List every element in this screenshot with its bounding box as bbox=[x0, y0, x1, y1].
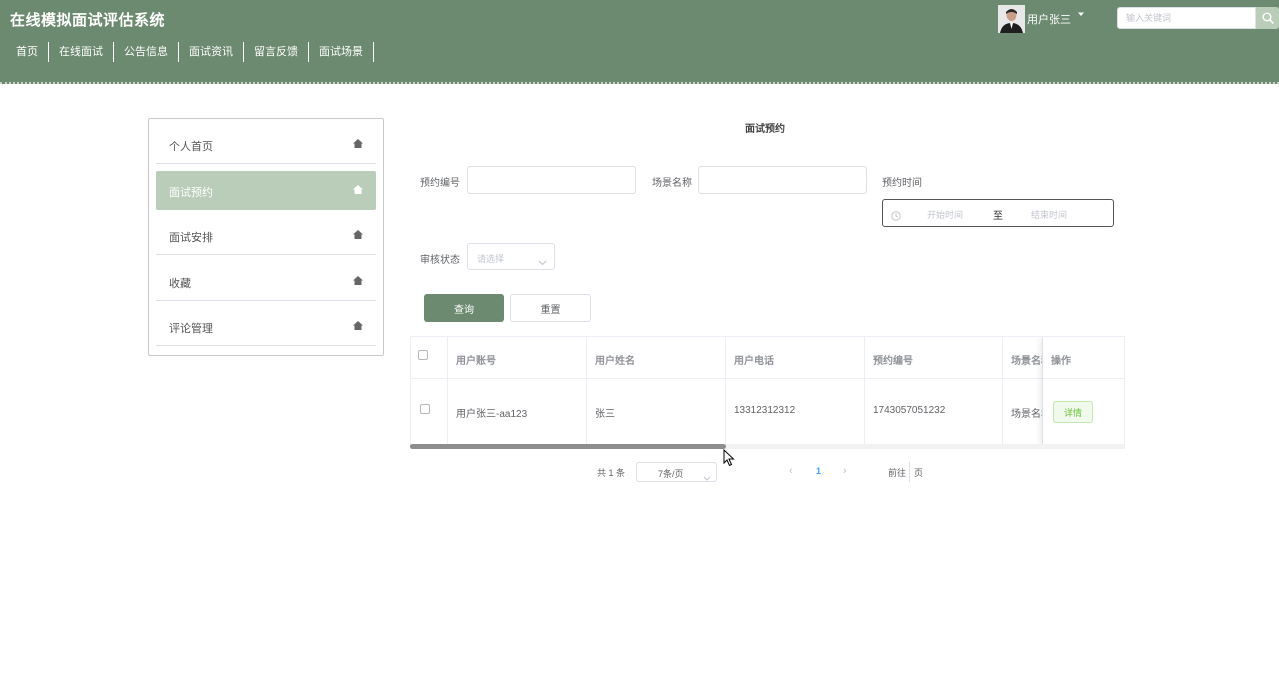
nav-item-interview-news[interactable]: 面试资讯 bbox=[179, 42, 244, 62]
mouse-pointer-icon bbox=[723, 448, 735, 472]
sidebar-item-interview-reservation[interactable]: 面试预约 bbox=[156, 171, 376, 210]
sidebar: 个人首页 面试预约 面试安排 收藏 评论管理 bbox=[148, 118, 384, 356]
caret-down-icon[interactable] bbox=[1078, 10, 1084, 19]
search-icon bbox=[1262, 12, 1274, 24]
cell-phone: 13312312312 bbox=[726, 379, 865, 446]
nav-item-announcements[interactable]: 公告信息 bbox=[114, 42, 179, 62]
detail-button[interactable]: 详情 bbox=[1053, 401, 1093, 423]
column-header-name: 用户姓名 bbox=[587, 337, 726, 379]
audit-status-label: 审核状态 bbox=[420, 255, 460, 266]
avatar[interactable] bbox=[998, 5, 1025, 33]
column-header-reservation-no: 预约编号 bbox=[865, 337, 1003, 379]
end-time-input[interactable]: 结束时间 bbox=[1031, 208, 1067, 221]
search-button[interactable] bbox=[1256, 7, 1279, 29]
home-icon bbox=[353, 230, 363, 242]
cell-account: 用户张三-aa123 bbox=[448, 379, 587, 446]
sidebar-item-label: 评论管理 bbox=[169, 323, 213, 335]
cell-reservation-no: 1743057051232 bbox=[865, 379, 1003, 446]
goto-page-input[interactable] bbox=[909, 462, 913, 482]
select-placeholder: 请选择 bbox=[477, 254, 505, 264]
select-all-checkbox[interactable] bbox=[418, 350, 428, 360]
audit-status-select[interactable]: 请选择 bbox=[467, 243, 555, 270]
page-title: 面试预约 bbox=[745, 124, 785, 135]
query-button[interactable]: 查询 bbox=[424, 294, 504, 322]
main-nav: 首页 在线面试 公告信息 面试资讯 留言反馈 面试场景 bbox=[6, 41, 374, 63]
range-separator: 至 bbox=[993, 211, 1003, 222]
column-header-operation: 操作 bbox=[1043, 337, 1124, 379]
sidebar-item-label: 面试预约 bbox=[169, 187, 213, 199]
fixed-operation-column: 操作 详情 bbox=[1043, 337, 1124, 446]
home-icon bbox=[353, 185, 363, 197]
reservation-no-input[interactable] bbox=[467, 166, 636, 194]
reservation-no-label: 预约编号 bbox=[420, 178, 460, 189]
start-time-input[interactable]: 开始时间 bbox=[927, 208, 963, 221]
user-name[interactable]: 用户张三 bbox=[1027, 11, 1071, 27]
sidebar-item-comment-management[interactable]: 评论管理 bbox=[156, 307, 376, 346]
column-header-account: 用户账号 bbox=[448, 337, 587, 379]
page-size-select[interactable]: 7条/页 bbox=[636, 462, 717, 482]
goto-label: 前往 bbox=[888, 468, 907, 478]
site-title: 在线模拟面试评估系统 bbox=[10, 12, 166, 29]
sidebar-item-label: 个人首页 bbox=[169, 141, 213, 153]
column-header-scene: 场景名称 bbox=[1003, 337, 1043, 379]
sidebar-item-label: 面试安排 bbox=[169, 232, 213, 244]
home-icon bbox=[353, 321, 363, 333]
row-checkbox[interactable] bbox=[420, 404, 430, 414]
horizontal-scrollbar-thumb[interactable] bbox=[410, 444, 726, 449]
nav-item-home[interactable]: 首页 bbox=[6, 42, 49, 62]
sidebar-item-profile[interactable]: 个人首页 bbox=[156, 125, 376, 164]
sidebar-item-interview-schedule[interactable]: 面试安排 bbox=[156, 216, 376, 255]
date-range-picker[interactable]: 开始时间 至 结束时间 bbox=[882, 199, 1114, 227]
scene-name-input[interactable] bbox=[698, 166, 867, 194]
chevron-down-icon bbox=[703, 468, 711, 486]
page-size-value: 7条/页 bbox=[658, 469, 684, 479]
cell-scene: 场景名称 bbox=[1003, 379, 1043, 446]
scene-name-label: 场景名称 bbox=[652, 178, 692, 189]
header-checkbox-cell bbox=[411, 337, 448, 379]
sidebar-item-label: 收藏 bbox=[169, 278, 191, 290]
prev-page-button[interactable]: ‹ bbox=[789, 465, 793, 477]
page-number-active[interactable]: 1 bbox=[816, 466, 821, 476]
nav-item-interview-scenes[interactable]: 面试场景 bbox=[309, 42, 374, 62]
nav-item-online-interview[interactable]: 在线面试 bbox=[49, 42, 114, 62]
sidebar-item-favorites[interactable]: 收藏 bbox=[156, 262, 376, 301]
chevron-down-icon bbox=[538, 253, 547, 271]
next-page-button[interactable]: › bbox=[843, 465, 847, 477]
reservation-table: 用户账号 用户姓名 用户电话 预约编号 场景名称 用户张三-aa123 张三 1… bbox=[410, 336, 1125, 446]
home-icon bbox=[353, 139, 363, 151]
home-icon bbox=[353, 276, 363, 288]
reset-button[interactable]: 重置 bbox=[510, 294, 591, 322]
row-checkbox-cell bbox=[411, 379, 448, 446]
reservation-time-label: 预约时间 bbox=[882, 178, 922, 189]
cell-name: 张三 bbox=[587, 379, 726, 446]
search-input[interactable] bbox=[1117, 7, 1256, 29]
column-header-phone: 用户电话 bbox=[726, 337, 865, 379]
nav-item-feedback[interactable]: 留言反馈 bbox=[244, 42, 309, 62]
clock-icon bbox=[891, 208, 901, 226]
top-header: 在线模拟面试评估系统 首页 在线面试 公告信息 面试资讯 留言反馈 面试场景 用… bbox=[0, 0, 1279, 84]
pagination-total: 共 1 条 bbox=[597, 468, 626, 478]
goto-suffix: 页 bbox=[914, 468, 924, 478]
